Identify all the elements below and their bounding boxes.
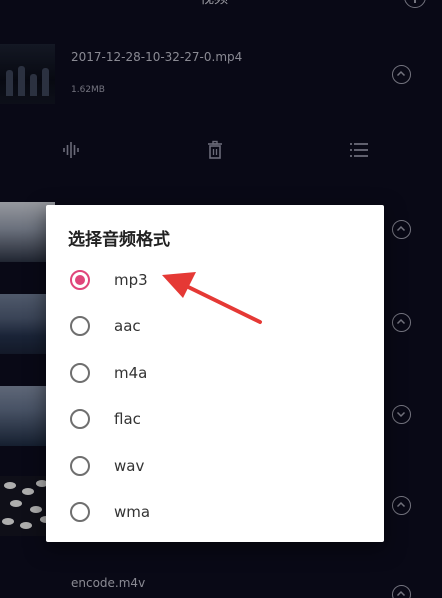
format-option-mp3[interactable]: mp3 — [46, 257, 384, 303]
option-label: aac — [114, 317, 141, 335]
format-option-flac[interactable]: flac — [46, 396, 384, 442]
option-label: m4a — [114, 364, 148, 382]
dialog-title: 选择音频格式 — [68, 230, 170, 250]
option-label: wav — [114, 457, 145, 475]
radio-button[interactable] — [70, 502, 90, 522]
option-label: mp3 — [114, 271, 148, 289]
format-option-wma[interactable]: wma — [46, 489, 384, 535]
format-option-wav[interactable]: wav — [46, 443, 384, 489]
radio-button[interactable] — [70, 316, 90, 336]
radio-button[interactable] — [70, 456, 90, 476]
radio-button[interactable] — [70, 409, 90, 429]
radio-button-checked[interactable] — [70, 270, 90, 290]
format-option-aac[interactable]: aac — [46, 303, 384, 349]
audio-format-dialog: 选择音频格式 mp3 aac m4a flac wav wma — [46, 205, 384, 542]
option-label: wma — [114, 503, 151, 521]
option-label: flac — [114, 410, 141, 428]
screen: 视频 2017-12-28-10-32-27-0.mp4 1.62MB — [0, 0, 442, 598]
format-option-m4a[interactable]: m4a — [46, 350, 384, 396]
radio-button[interactable] — [70, 363, 90, 383]
